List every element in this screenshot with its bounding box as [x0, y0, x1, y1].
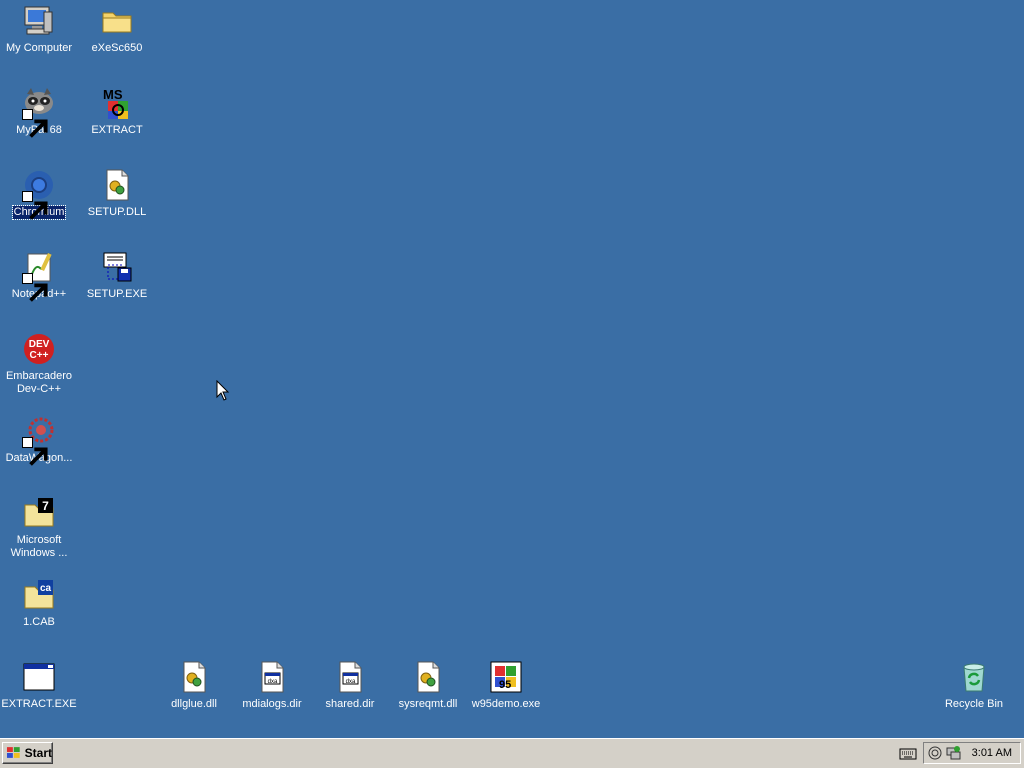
- desktop-icon-setup-exe[interactable]: SETUP.EXE: [79, 248, 155, 322]
- desktop-icon-devcpp[interactable]: DEV C++ Embarcadero Dev-C++: [1, 330, 77, 404]
- desktop-icon-setup-dll[interactable]: SETUP.DLL: [79, 166, 155, 240]
- desktop-icon-chromium[interactable]: Chromium: [1, 166, 77, 240]
- shortcut-arrow-icon: [22, 109, 48, 138]
- taskbar: Start 3:01 AM: [0, 738, 1024, 768]
- folder-icon: [100, 4, 134, 38]
- windows-logo-icon: [6, 747, 20, 758]
- icon-label: mdialogs.dir: [242, 698, 302, 710]
- svg-text:7: 7: [42, 499, 49, 513]
- w95demo-icon: 95: [489, 660, 523, 694]
- shortcut-arrow-icon: [22, 437, 48, 466]
- shortcut-arrow-icon: [22, 191, 48, 220]
- system-tray: 3:01 AM: [923, 742, 1021, 764]
- desktop-icon-extract[interactable]: MS EXTRACT: [79, 84, 155, 158]
- start-button[interactable]: Start: [2, 742, 53, 764]
- desktop[interactable]: My Computer eXeSc650 MyPal 68 MS EXTRACT…: [0, 0, 1024, 738]
- desktop-icon-shared[interactable]: dxa shared.dir: [312, 658, 388, 732]
- icon-label: Embarcadero Dev-C++: [5, 370, 73, 395]
- desktop-icon-exesc650[interactable]: eXeSc650: [79, 2, 155, 76]
- desktop-icon-recycle-bin[interactable]: Recycle Bin: [936, 658, 1012, 732]
- icon-label: dllglue.dll: [171, 698, 217, 710]
- ms-setup-icon: MS: [100, 86, 134, 120]
- svg-text:95: 95: [499, 679, 511, 691]
- mouse-cursor-icon: [216, 380, 230, 401]
- desktop-icon-1-cab[interactable]: ca 1.CAB: [1, 576, 77, 650]
- cab-file-icon: ca: [22, 578, 56, 612]
- chromium-icon: [22, 168, 56, 220]
- dll-file-icon: [411, 660, 445, 694]
- desktop-icon-mdialogs[interactable]: dxa mdialogs.dir: [234, 658, 310, 732]
- icon-label: sysreqmt.dll: [398, 698, 458, 710]
- icon-label: 1.CAB: [23, 616, 55, 628]
- tray-app-icon[interactable]: [927, 745, 943, 761]
- desktop-icon-my-computer[interactable]: My Computer: [1, 2, 77, 76]
- folder-7zip-icon: 7: [22, 496, 56, 530]
- window-app-icon: [22, 660, 56, 694]
- desktop-icon-notepadpp[interactable]: Notepad++: [1, 248, 77, 322]
- dll-file-icon: [100, 168, 134, 202]
- icon-label: w95demo.exe: [471, 698, 541, 710]
- icon-label: eXeSc650: [91, 42, 143, 54]
- dll-file-icon: [177, 660, 211, 694]
- devcpp-icon: DEV C++: [22, 332, 56, 366]
- svg-text:ca: ca: [40, 583, 52, 594]
- computer-icon: [22, 4, 56, 38]
- dir-file-icon: dxa: [255, 660, 289, 694]
- icon-label: Recycle Bin: [944, 698, 1004, 710]
- icon-label: shared.dir: [325, 698, 375, 710]
- svg-text:C++: C++: [30, 350, 49, 361]
- keyboard-icon[interactable]: [899, 747, 917, 761]
- icon-label: SETUP.DLL: [87, 206, 147, 218]
- recycle-bin-icon: [957, 660, 991, 694]
- icon-label: My Computer: [5, 42, 73, 54]
- svg-text:dxa: dxa: [346, 679, 356, 685]
- svg-text:dxa: dxa: [268, 679, 278, 685]
- svg-text:DEV: DEV: [29, 339, 50, 350]
- desktop-icon-microsoft-windows[interactable]: 7 Microsoft Windows ...: [1, 494, 77, 568]
- desktop-icon-mypal[interactable]: MyPal 68: [1, 84, 77, 158]
- desktop-icon-datawagon[interactable]: DataWagon...: [1, 412, 77, 486]
- datawagon-icon: [22, 414, 56, 466]
- icon-label: EXTRACT.EXE: [1, 698, 77, 710]
- desktop-icon-dllglue[interactable]: dllglue.dll: [156, 658, 232, 732]
- dir-file-icon: dxa: [333, 660, 367, 694]
- setup-exe-icon: [100, 250, 134, 284]
- icon-label: Microsoft Windows ...: [10, 534, 68, 559]
- svg-text:MS: MS: [103, 87, 123, 102]
- desktop-icon-extract-exe[interactable]: EXTRACT.EXE: [1, 658, 77, 732]
- shortcut-arrow-icon: [22, 273, 48, 302]
- start-label: Start: [24, 746, 52, 760]
- desktop-icon-w95demo[interactable]: 95 w95demo.exe: [468, 658, 544, 732]
- icon-label: EXTRACT: [91, 124, 143, 136]
- raccoon-icon: [22, 86, 56, 138]
- icon-label: SETUP.EXE: [86, 288, 148, 300]
- tray-network-icon[interactable]: [945, 745, 961, 761]
- desktop-icon-sysreqmt[interactable]: sysreqmt.dll: [390, 658, 466, 732]
- notepadpp-icon: [22, 250, 56, 302]
- clock[interactable]: 3:01 AM: [972, 747, 1012, 759]
